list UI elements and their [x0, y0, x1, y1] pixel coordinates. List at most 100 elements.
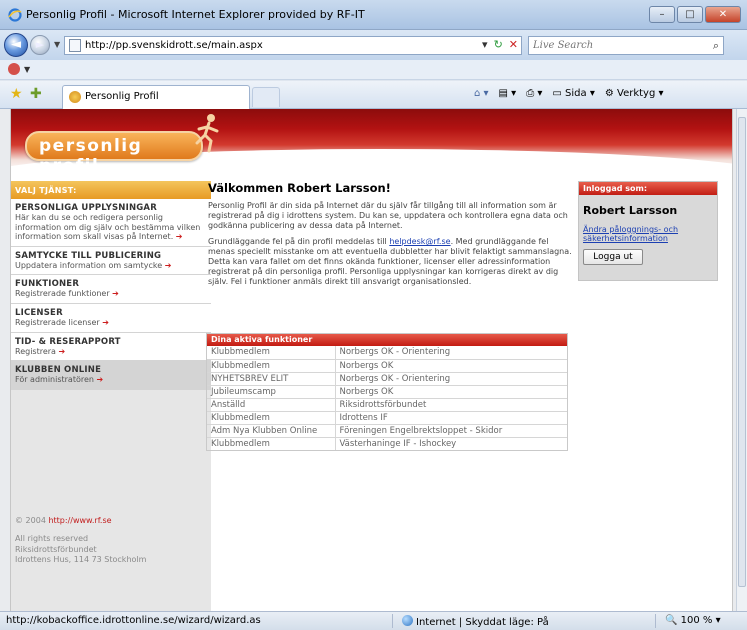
minimize-button[interactable]: – — [649, 6, 675, 23]
home-icon[interactable]: ⌂ ▾ — [474, 88, 489, 99]
arrow-right-icon: ➔ — [58, 346, 66, 356]
functions-heading: Dina aktiva funktioner — [207, 334, 567, 346]
search-box[interactable]: ⌕ — [528, 36, 724, 55]
function-org: Riksidrottsförbundet — [335, 398, 567, 412]
arrow-right-icon: ➔ — [112, 289, 119, 299]
vertical-scrollbar[interactable] — [736, 109, 747, 611]
table-row: NYHETSBREV ELIT Norbergs OK - Orientering — [207, 372, 567, 386]
tab-row: ★ ✚ Personlig Profil ⌂ ▾ ▤ ▾ ⎙ ▾ ▭ Sida … — [0, 81, 747, 109]
active-functions-panel: Dina aktiva funktioner Klubbmedlem Norber… — [206, 333, 568, 451]
refresh-icon[interactable]: ↻ — [494, 38, 503, 51]
search-input[interactable] — [529, 37, 699, 54]
function-org: Idrottens IF — [335, 411, 567, 425]
error-paragraph: Grundläggande fel på din profil meddelas… — [208, 237, 572, 286]
maximize-button[interactable]: □ — [677, 6, 703, 23]
address-input[interactable] — [85, 38, 475, 53]
rights-text: All rights reserved — [15, 534, 89, 544]
history-dropdown-icon[interactable]: ▼ — [54, 40, 60, 49]
function-org: Norbergs OK — [335, 385, 567, 399]
tools-menu[interactable]: ⚙ Verktyg ▾ — [605, 88, 664, 99]
window-title: Personlig Profil - Microsoft Internet Ex… — [26, 8, 365, 21]
user-name: Robert Larsson — [583, 204, 678, 217]
globe-icon — [402, 615, 413, 626]
nav-item-licenser[interactable]: LICENSER Registrerade licenser ➔ — [11, 303, 211, 333]
security-zone[interactable]: Internet | Skyddat läge: På — [402, 615, 549, 628]
print-icon[interactable]: ⎙ ▾ — [526, 88, 542, 99]
back-button[interactable]: ◄ — [4, 33, 28, 57]
nav-item-samtycke[interactable]: SAMTYCKE TILL PUBLICERING Uppdatera info… — [11, 246, 211, 276]
page-viewport: personlig profil VALJ TJÄNST: PERSONLIGA… — [0, 109, 736, 611]
favorites-star-icon[interactable]: ★ — [10, 86, 23, 102]
nav-item-tid-reserapport[interactable]: TID- & RESERAPPORT Registrera ➔ — [11, 332, 211, 362]
rf-link[interactable]: http://www.rf.se — [48, 516, 111, 525]
logout-button[interactable]: Logga ut — [583, 249, 643, 266]
table-row: Klubbmedlem Norbergs OK — [207, 359, 567, 373]
toolbar-row: ▼ — [0, 60, 747, 80]
new-tab-button[interactable] — [252, 87, 280, 107]
page-icon — [69, 39, 81, 52]
functions-table: Klubbmedlem Norbergs OK - Orientering Klu… — [207, 346, 567, 450]
change-login-link[interactable]: Ändra påloggnings- och säkerhetsinformat… — [583, 225, 713, 243]
logged-in-heading: Inloggad som: — [579, 182, 717, 195]
page-menu[interactable]: ▭ Sida ▾ — [552, 88, 594, 99]
intro-paragraph: Personlig Profil är din sida på Internet… — [208, 201, 568, 230]
nav-item-funktioner[interactable]: FUNKTIONER Registrerade funktioner ➔ — [11, 275, 211, 304]
addon-icon[interactable] — [8, 63, 20, 75]
main-content: Välkommen Robert Larsson! Personlig Prof… — [206, 181, 576, 293]
navigation-bar: ◄ ► ▼ ▾ ↻ ✕ ⌕ — [0, 30, 747, 60]
function-role: Jubileumscamp — [207, 385, 336, 399]
ie-logo-icon — [8, 8, 22, 22]
arrow-right-icon: ➔ — [96, 375, 104, 385]
nav-item-klubben-online[interactable]: KLUBBEN ONLINE För administratören ➔ — [11, 361, 211, 390]
table-row: Jubileumscamp Norbergs OK — [207, 385, 567, 399]
function-org: Norbergs OK - Orientering — [335, 372, 567, 386]
tab-personlig-profil[interactable]: Personlig Profil — [62, 85, 250, 109]
address-text: Idrottens Hus, 114 73 Stockholm — [15, 555, 147, 565]
scrollbar-thumb[interactable] — [738, 117, 746, 587]
site-logo[interactable]: personlig profil — [25, 114, 219, 171]
search-icon[interactable]: ⌕ — [713, 39, 719, 53]
close-button[interactable]: ✕ — [705, 6, 741, 23]
addon-dropdown-icon[interactable]: ▼ — [24, 65, 30, 74]
arrow-right-icon: ➔ — [175, 232, 183, 242]
window-titlebar: Personlig Profil - Microsoft Internet Ex… — [0, 0, 747, 30]
nav-heading: VALJ TJÄNST: — [11, 181, 211, 199]
status-url: http://kobackoffice.idrottonline.se/wiza… — [6, 615, 261, 626]
logged-in-panel: Inloggad som: Robert Larsson Ändra pålog… — [578, 181, 718, 281]
command-bar: ⌂ ▾ ▤ ▾ ⎙ ▾ ▭ Sida ▾ ⚙ Verktyg ▾ — [474, 88, 664, 99]
add-favorite-icon[interactable]: ✚ — [30, 86, 42, 102]
tab-label: Personlig Profil — [85, 91, 159, 102]
function-org: Västerhaninge IF - Ishockey — [339, 438, 457, 449]
feeds-icon[interactable]: ▤ ▾ — [499, 88, 517, 99]
logo-text: personlig profil — [39, 136, 143, 171]
table-row: Klubbmedlem Idrottens IF — [207, 411, 567, 425]
left-navigation: VALJ TJÄNST: PERSONLIGA UPPLYSNINGAR Här… — [11, 181, 211, 611]
status-bar: http://kobackoffice.idrottonline.se/wiza… — [0, 611, 747, 630]
function-role: Klubbmedlem — [207, 411, 336, 425]
tab-favicon — [69, 91, 81, 103]
header-banner: personlig profil — [11, 109, 732, 171]
table-row: Klubbmedlem Västerhaninge IF - Ishockey — [207, 437, 567, 450]
function-org: Norbergs OK — [335, 359, 567, 373]
arrow-right-icon: ➔ — [102, 317, 109, 327]
function-role: Klubbmedlem — [207, 359, 336, 373]
org-text: Riksidrottsförbundet — [15, 544, 97, 554]
function-role: Adm Nya Klubben Online — [207, 424, 336, 438]
helpdesk-email-link[interactable]: helpdesk@rf.se — [389, 237, 450, 246]
function-role: Anställd — [207, 398, 336, 412]
nav-item-personliga-upplysningar[interactable]: PERSONLIGA UPPLYSNINGAR Här kan du se oc… — [11, 199, 211, 247]
function-role: NYHETSBREV ELIT — [207, 372, 336, 386]
function-org: Föreningen Engelbrektsloppet - Skidor — [335, 424, 567, 438]
function-org: Norbergs OK - Orientering — [335, 346, 567, 360]
page-footer: © 2004 http://www.rf.se All rights reser… — [15, 516, 146, 566]
copyright-text: © 2004 — [15, 516, 46, 525]
forward-button[interactable]: ► — [30, 35, 50, 55]
address-bar[interactable]: ▾ ↻ ✕ — [64, 36, 522, 55]
table-row: Klubbmedlem Norbergs OK - Orientering — [207, 346, 567, 360]
welcome-heading: Välkommen Robert Larsson! — [208, 181, 391, 195]
runner-icon — [195, 114, 219, 153]
address-dropdown-icon[interactable]: ▾ — [482, 38, 488, 51]
table-row: Anställd Riksidrottsförbundet — [207, 398, 567, 412]
stop-icon[interactable]: ✕ — [509, 38, 518, 51]
zoom-control[interactable]: 🔍 100 % ▾ — [665, 615, 721, 626]
